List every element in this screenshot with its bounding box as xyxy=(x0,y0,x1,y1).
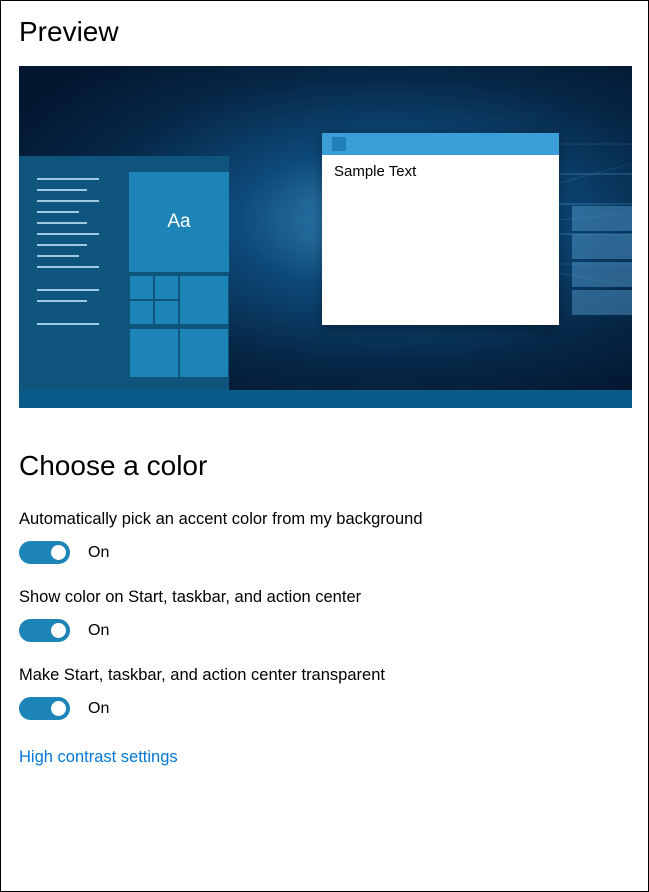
auto-accent-status: On xyxy=(88,544,109,562)
preview-heading: Preview xyxy=(19,16,630,48)
preview-start-menu: Aa xyxy=(19,156,229,390)
preview-sample-window: Sample Text xyxy=(322,133,559,325)
preview-window-body: Sample Text xyxy=(322,155,559,188)
preview-start-list xyxy=(37,178,107,334)
background-decoration xyxy=(572,206,632,316)
high-contrast-link[interactable]: High contrast settings xyxy=(19,748,178,767)
preview-desktop: Aa Sample Text xyxy=(19,66,632,408)
choose-color-heading: Choose a color xyxy=(19,450,630,482)
show-color-start-status: On xyxy=(88,622,109,640)
show-color-start-label: Show color on Start, taskbar, and action… xyxy=(19,588,630,607)
preview-window-titlebar xyxy=(322,133,559,155)
transparent-status: On xyxy=(88,700,109,718)
transparent-toggle[interactable] xyxy=(19,697,70,720)
transparent-label: Make Start, taskbar, and action center t… xyxy=(19,666,630,685)
auto-accent-label: Automatically pick an accent color from … xyxy=(19,510,630,529)
preview-tiles: Aa xyxy=(129,172,229,378)
show-color-start-toggle[interactable] xyxy=(19,619,70,642)
tile-font-label: Aa xyxy=(167,211,190,233)
auto-accent-toggle[interactable] xyxy=(19,541,70,564)
preview-taskbar xyxy=(19,390,632,408)
preview-tile-large: Aa xyxy=(129,172,229,272)
